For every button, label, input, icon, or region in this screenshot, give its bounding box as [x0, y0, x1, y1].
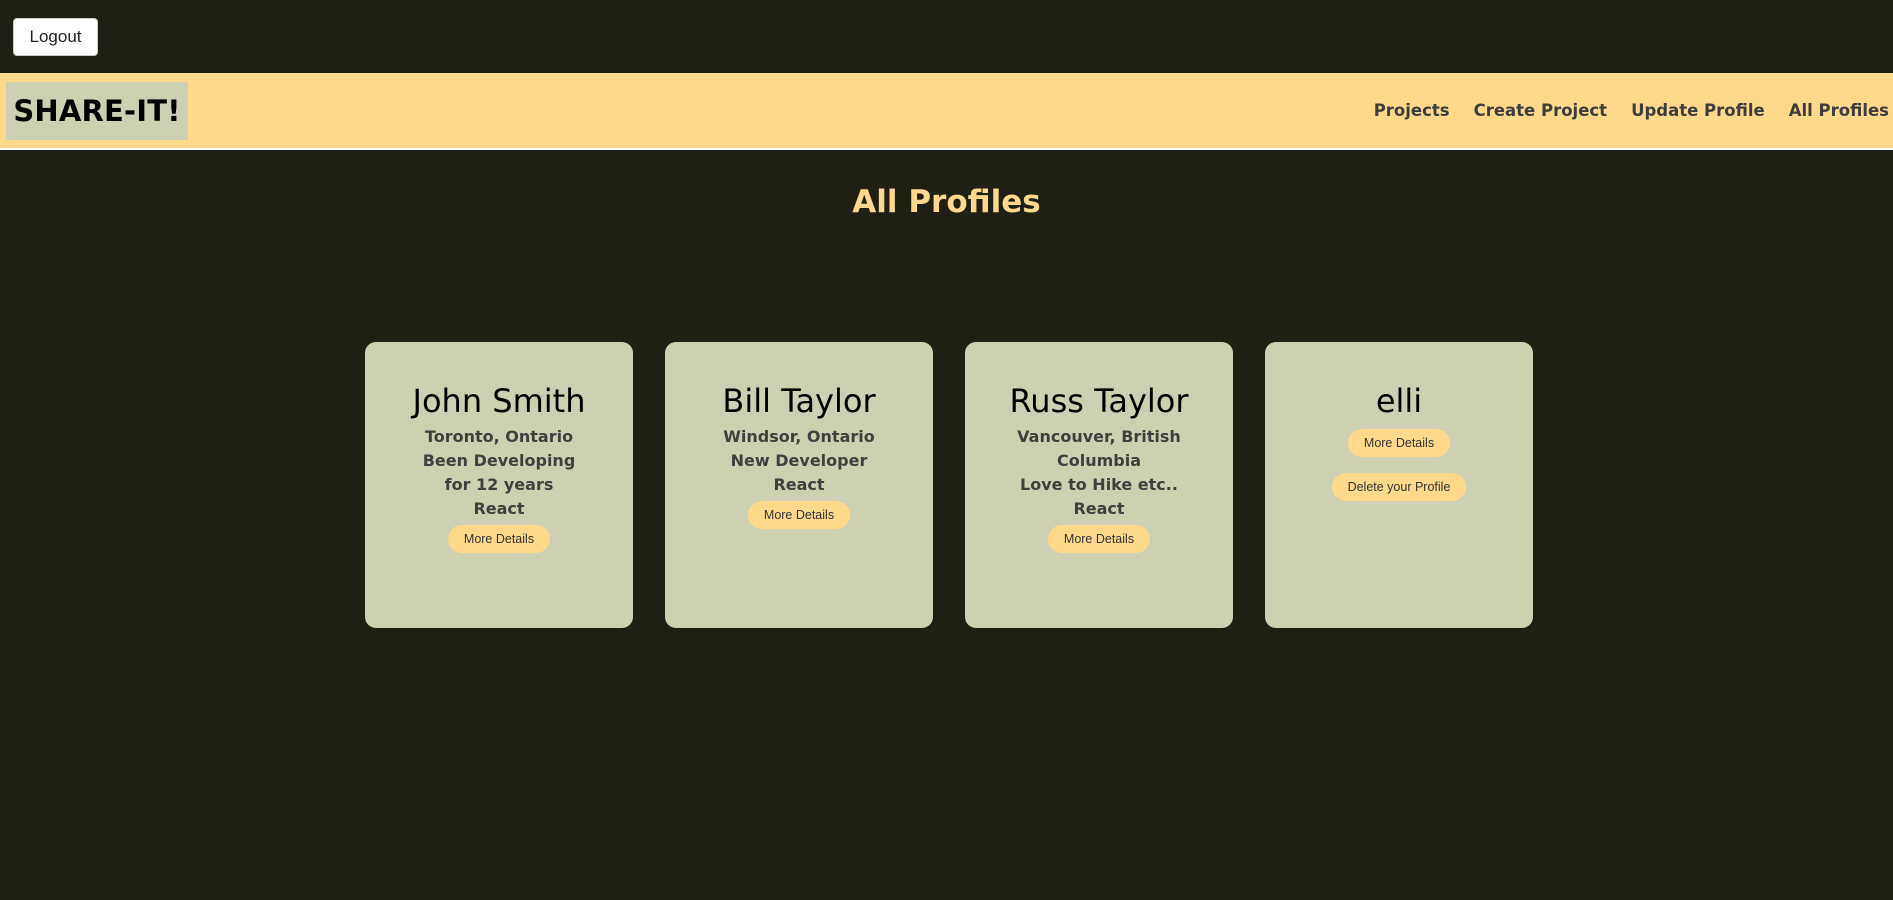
profile-name: John Smith	[412, 382, 586, 420]
profile-location: Toronto, Ontario	[424, 427, 574, 446]
profile-card: Russ Taylor Vancouver, British Columbia …	[965, 342, 1233, 628]
profile-skill: React	[473, 499, 525, 518]
profile-bio: New Developer	[730, 451, 868, 470]
page-title: All Profiles	[852, 184, 1041, 220]
more-details-button[interactable]: More Details	[747, 501, 851, 529]
more-details-button[interactable]: More Details	[447, 525, 551, 553]
profile-name: Russ Taylor	[1009, 382, 1189, 420]
navbar: SHARE-IT! Projects Create Project Update…	[0, 73, 1893, 150]
top-bar: Logout	[0, 0, 1893, 73]
profile-cards: John Smith Toronto, Ontario Been Develop…	[365, 342, 1533, 628]
nav-links: Projects Create Project Update Profile A…	[1350, 101, 1889, 120]
profile-location: Vancouver, British Columbia	[1017, 427, 1181, 470]
profile-location: Windsor, Ontario	[723, 427, 875, 446]
logout-button[interactable]: Logout	[13, 18, 98, 56]
profile-name: elli	[1375, 382, 1423, 420]
delete-profile-button[interactable]: Delete your Profile	[1331, 473, 1467, 501]
profile-card: elli More Details Delete your Profile	[1265, 342, 1533, 628]
nav-link-projects[interactable]: Projects	[1374, 101, 1450, 120]
brand-logo[interactable]: SHARE-IT!	[6, 81, 188, 140]
nav-link-update-profile[interactable]: Update Profile	[1631, 101, 1765, 120]
more-details-button[interactable]: More Details	[1347, 429, 1451, 457]
nav-link-all-profiles[interactable]: All Profiles	[1789, 101, 1889, 120]
profile-card: Bill Taylor Windsor, Ontario New Develop…	[665, 342, 933, 628]
profile-skill: React	[1073, 499, 1125, 518]
profile-card: John Smith Toronto, Ontario Been Develop…	[365, 342, 633, 628]
profile-name: Bill Taylor	[722, 382, 876, 420]
profile-bio: Been Developing for 12 years	[422, 451, 576, 494]
nav-link-create-project[interactable]: Create Project	[1474, 101, 1607, 120]
profile-bio: Love to Hike etc..	[1020, 475, 1178, 494]
profile-skill: React	[773, 475, 825, 494]
more-details-button[interactable]: More Details	[1047, 525, 1151, 553]
